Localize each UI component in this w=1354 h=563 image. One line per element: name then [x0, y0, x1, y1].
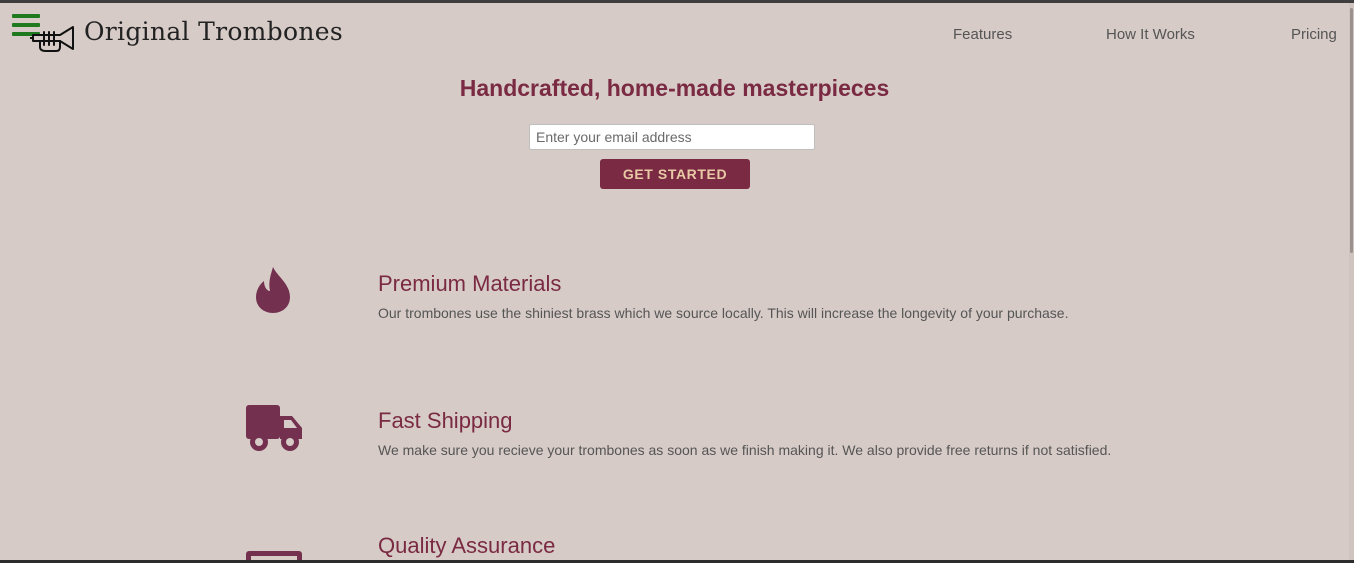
nav-link-pricing[interactable]: Pricing	[1291, 26, 1337, 43]
scrollbar-thumb[interactable]	[1350, 8, 1353, 253]
trumpet-logo-icon	[30, 26, 74, 52]
brand-name[interactable]: Original Trombones	[84, 17, 343, 46]
nav-link-how-it-works[interactable]: How It Works	[1106, 26, 1195, 43]
site-header: Original Trombones Features How It Works…	[0, 3, 1349, 65]
feature-title: Premium Materials	[378, 271, 562, 296]
truck-icon	[246, 405, 302, 451]
feature-title: Quality Assurance	[378, 533, 556, 558]
feature-description: Our trombones use the shiniest brass whi…	[378, 305, 1069, 321]
hero-title: Handcrafted, home-made masterpieces	[459, 75, 890, 101]
get-started-button[interactable]: GET STARTED	[600, 159, 750, 189]
hamburger-bar	[12, 14, 40, 18]
fire-icon	[256, 267, 290, 313]
feature-title: Fast Shipping	[378, 408, 513, 433]
nav-link-features[interactable]: Features	[953, 26, 1012, 43]
email-input[interactable]	[529, 124, 815, 150]
feature-description: We make sure you recieve your trombones …	[378, 442, 1112, 458]
